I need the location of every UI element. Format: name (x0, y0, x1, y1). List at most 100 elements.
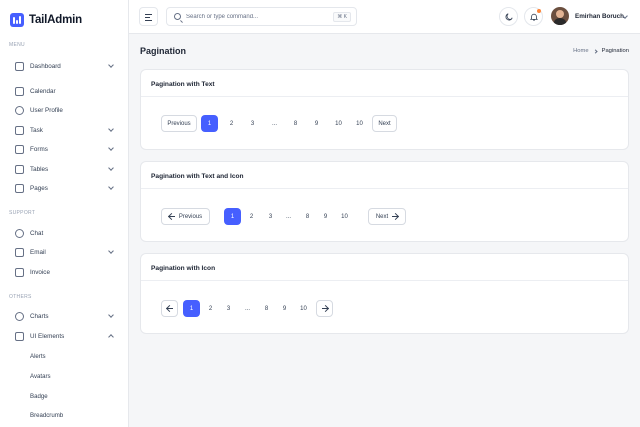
user-circle-icon (15, 105, 24, 115)
sidebar-item-label: UI Elements (30, 332, 65, 340)
chevron-down-icon (108, 165, 114, 171)
search-icon (174, 13, 181, 20)
page-button-2[interactable]: 2 (223, 115, 240, 132)
table-icon (15, 164, 24, 174)
chevron-right-icon (592, 48, 598, 54)
chevron-down-icon (108, 184, 114, 190)
page-button-3[interactable]: 3 (262, 208, 279, 225)
divider (141, 188, 628, 189)
section-support-label: SUPPORT (9, 210, 36, 216)
search-bar[interactable]: ⌘ K (166, 7, 357, 26)
sidebar-item-label: Chat (30, 229, 44, 237)
section-others-label: OTHERS (9, 294, 32, 300)
calendar-icon (15, 86, 24, 96)
page-title: Pagination (140, 46, 187, 56)
previous-button[interactable]: Previous (161, 115, 197, 132)
sidebar-item-email[interactable]: Email (15, 246, 115, 258)
sidebar-item-chat[interactable]: Chat (15, 227, 115, 239)
brand-name: TailAdmin (29, 14, 82, 26)
list-icon (15, 144, 24, 154)
arrow-right-icon (321, 308, 328, 309)
arrow-left-icon (166, 308, 173, 309)
next-button[interactable]: Next (372, 115, 397, 132)
logo-icon (10, 13, 24, 27)
chat-icon (15, 228, 24, 238)
moon-icon (505, 12, 513, 20)
breadcrumb: Home Pagination (573, 48, 629, 54)
sidebar-item-label: Forms (30, 145, 48, 153)
sidebar-item-forms[interactable]: Forms (15, 143, 115, 155)
page-button-8[interactable]: 8 (258, 300, 275, 317)
sidebar-item-pages[interactable]: Pages (15, 182, 115, 194)
page-button-2[interactable]: 2 (243, 208, 260, 225)
notifications-button[interactable] (524, 7, 543, 26)
sidebar-item-task[interactable]: Task (15, 124, 115, 136)
card-title: Pagination with Text (151, 81, 215, 88)
sidebar-item-label: Tables (30, 165, 49, 173)
page-button-9[interactable]: 9 (317, 208, 334, 225)
page-button-1[interactable]: 1 (224, 208, 241, 225)
avatar[interactable] (551, 7, 569, 25)
page-button-8[interactable]: 8 (287, 115, 304, 132)
menu-toggle-button[interactable] (139, 7, 158, 26)
user-name[interactable]: Emirhan Boruch (575, 13, 624, 20)
invoice-icon (15, 267, 24, 277)
brand[interactable]: TailAdmin (10, 13, 82, 27)
bell-icon (529, 13, 538, 21)
sidebar-item-label: Calendar (30, 87, 56, 95)
page-button-10[interactable]: 10 (295, 300, 312, 317)
sidebar-item-charts[interactable]: Charts (15, 310, 115, 322)
page-button-10[interactable]: 10 (330, 115, 347, 132)
chevron-down-icon (108, 145, 114, 151)
sidebar-subitem-alerts[interactable]: Alerts (30, 353, 46, 360)
page-button-3[interactable]: 3 (220, 300, 237, 317)
hamburger-icon (145, 14, 152, 15)
chevron-down-icon (108, 312, 114, 318)
sidebar-item-label: Task (30, 126, 43, 134)
sidebar-item-user-profile[interactable]: User Profile (15, 104, 115, 116)
dark-mode-toggle[interactable] (499, 7, 518, 26)
sidebar-item-label: Pages (30, 184, 48, 192)
card-title: Pagination with Icon (151, 265, 216, 272)
next-icon-button[interactable] (316, 300, 333, 317)
page-button-10-last[interactable]: 10 (351, 115, 368, 132)
sidebar-item-calendar[interactable]: Calendar (15, 85, 115, 97)
chevron-down-icon (108, 62, 114, 68)
sidebar-item-tables[interactable]: Tables (15, 163, 115, 175)
page-button-9[interactable]: 9 (276, 300, 293, 317)
page-button-8[interactable]: 8 (299, 208, 316, 225)
arrow-right-icon (392, 216, 399, 217)
chevron-down-icon (108, 248, 114, 254)
page-button-9[interactable]: 9 (308, 115, 325, 132)
next-button[interactable]: Next (368, 208, 406, 225)
page-button-1[interactable]: 1 (201, 115, 218, 132)
sidebar: TailAdmin MENU Dashboard Calendar User P… (0, 0, 129, 427)
page-button-2[interactable]: 2 (202, 300, 219, 317)
page-ellipsis: ... (244, 305, 250, 312)
search-input[interactable] (186, 13, 326, 20)
breadcrumb-home[interactable]: Home (573, 48, 588, 54)
divider (141, 96, 628, 97)
sidebar-item-dashboard[interactable]: Dashboard (15, 60, 115, 72)
sidebar-item-label: Charts (30, 312, 49, 320)
sidebar-item-ui-elements[interactable]: UI Elements (15, 330, 115, 342)
sidebar-item-label: Dashboard (30, 62, 61, 70)
previous-icon-button[interactable] (161, 300, 178, 317)
pagination-text-card: Pagination with Text Previous 1 2 3 ... … (140, 69, 629, 150)
sidebar-subitem-breadcrumb[interactable]: Breadcrumb (30, 412, 63, 419)
sidebar-item-invoice[interactable]: Invoice (15, 266, 115, 278)
sidebar-subitem-badge[interactable]: Badge (30, 393, 48, 400)
chevron-up-icon (108, 334, 114, 340)
page-button-3[interactable]: 3 (244, 115, 261, 132)
breadcrumb-current: Pagination (601, 48, 629, 54)
task-icon (15, 125, 24, 135)
section-menu-label: MENU (9, 42, 25, 48)
sidebar-item-label: Invoice (30, 268, 50, 276)
sidebar-subitem-avatars[interactable]: Avatars (30, 373, 51, 380)
page-button-10[interactable]: 10 (336, 208, 353, 225)
page-button-1[interactable]: 1 (183, 300, 200, 317)
box-icon (15, 331, 24, 341)
notification-dot (537, 9, 541, 13)
page-ellipsis: ... (271, 120, 277, 127)
previous-button[interactable]: Previous (161, 208, 210, 225)
